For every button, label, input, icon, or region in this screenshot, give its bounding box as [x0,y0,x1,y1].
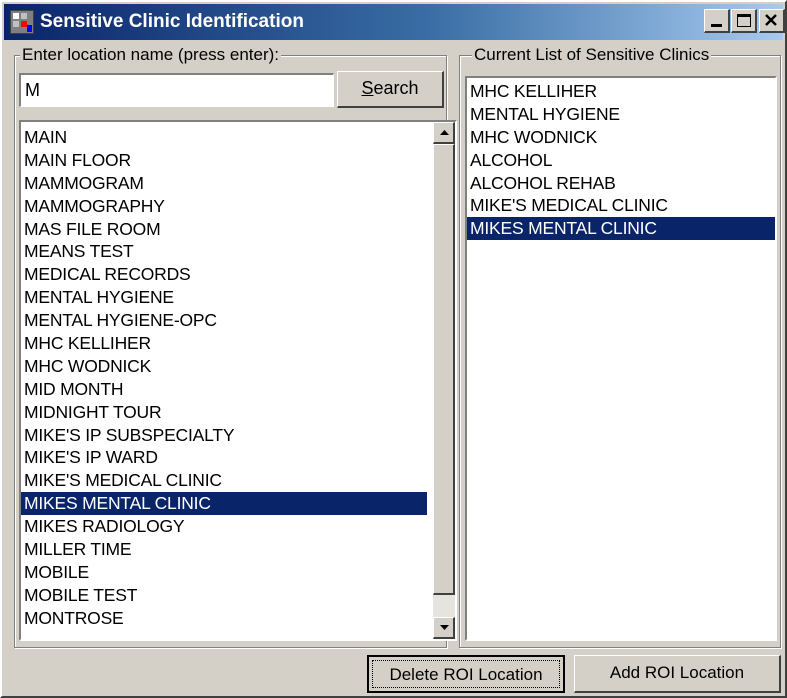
search-button[interactable]: Search [337,71,444,108]
location-list-item[interactable]: MEANS TEST [21,240,427,263]
location-list-item[interactable]: MONTROSE [21,607,427,630]
locations-listbox[interactable]: MAIN MAIN FLOOR MAMMOGRAM MAMMOGRAPHY MAS FI… [19,120,457,641]
sensitive-clinics-listbox[interactable]: MHC KELLIHER MENTAL HYGIENE MHC WODNICK ALC… [465,76,777,641]
sensitive-clinics-label: Current List of Sensitive Clinics [472,45,712,65]
location-list-item[interactable]: MIKE'S IP WARD [21,446,427,469]
sensitive-clinic-list-item[interactable]: MIKE'S MEDICAL CLINIC [467,194,775,217]
location-list-item[interactable]: MILLER TIME [21,538,427,561]
app-window: Sensitive Clinic Identification Enter lo… [0,0,787,698]
scroll-down-button[interactable] [433,617,455,639]
app-icon[interactable] [10,10,34,34]
location-list-item[interactable]: MAS FILE ROOM [21,218,427,241]
location-list-item[interactable]: MOBILE TEST [21,584,427,607]
scroll-thumb[interactable] [433,144,455,595]
location-list-item[interactable]: MAIN FLOOR [21,149,427,172]
location-list-item[interactable]: MHC KELLIHER [21,332,427,355]
location-list-item[interactable]: MOBILE [21,561,427,584]
sensitive-clinic-list-item[interactable]: MHC KELLIHER [467,80,775,103]
locations-scrollbar[interactable] [433,122,455,639]
delete-roi-location-button[interactable]: Delete ROI Location [367,655,565,693]
location-list-item[interactable]: MIKES RADIOLOGY [21,515,427,538]
minimize-icon [711,24,722,27]
location-list-item[interactable]: MAMMOGRAM [21,172,427,195]
locations-list: MAIN MAIN FLOOR MAMMOGRAM MAMMOGRAPHY MAS FI… [21,126,427,630]
minimize-button[interactable] [704,9,730,33]
add-roi-location-button[interactable]: Add ROI Location [574,655,781,693]
delete-roi-location-label: Delete ROI Location [372,660,560,688]
location-list-item[interactable]: MID MONTH [21,378,427,401]
sensitive-clinic-list-item[interactable]: ALCOHOL REHAB [467,172,775,195]
location-list-item[interactable]: MEDICAL RECORDS [21,263,427,286]
search-group-label: Enter location name (press enter): [20,45,282,65]
sensitive-clinic-list-item[interactable]: ALCOHOL [467,149,775,172]
title-bar[interactable]: Sensitive Clinic Identification [4,4,785,40]
location-list-item[interactable]: MENTAL HYGIENE-OPC [21,309,427,332]
location-list-item[interactable]: MENTAL HYGIENE [21,286,427,309]
search-button-label: earch [373,78,419,98]
location-search-input[interactable] [19,73,334,107]
maximize-button[interactable] [731,9,757,33]
search-button-mnemonic: S [361,78,374,98]
sensitive-clinics-list: MHC KELLIHER MENTAL HYGIENE MHC WODNICK ALC… [467,80,775,241]
sensitive-clinic-list-item[interactable]: MHC WODNICK [467,126,775,149]
location-list-item[interactable]: MIKE'S IP SUBSPECIALTY [21,424,427,447]
location-list-item[interactable]: MHC WODNICK [21,355,427,378]
arrow-down-icon [440,625,449,630]
location-list-item[interactable]: MIKE'S MEDICAL CLINIC [21,469,427,492]
window-title: Sensitive Clinic Identification [40,11,304,32]
sensitive-clinic-list-item[interactable]: MENTAL HYGIENE [467,103,775,126]
sensitive-clinic-list-item[interactable]: MIKES MENTAL CLINIC [467,217,775,241]
location-list-item[interactable]: MIKES MENTAL CLINIC [21,492,427,516]
location-list-item[interactable]: MAMMOGRAPHY [21,195,427,218]
arrow-up-icon [440,130,449,135]
scroll-up-button[interactable] [433,122,455,144]
location-list-item[interactable]: MIDNIGHT TOUR [21,401,427,424]
close-button[interactable] [759,9,785,33]
location-list-item[interactable]: MAIN [21,126,427,149]
maximize-icon [737,14,751,27]
close-icon [765,14,777,26]
